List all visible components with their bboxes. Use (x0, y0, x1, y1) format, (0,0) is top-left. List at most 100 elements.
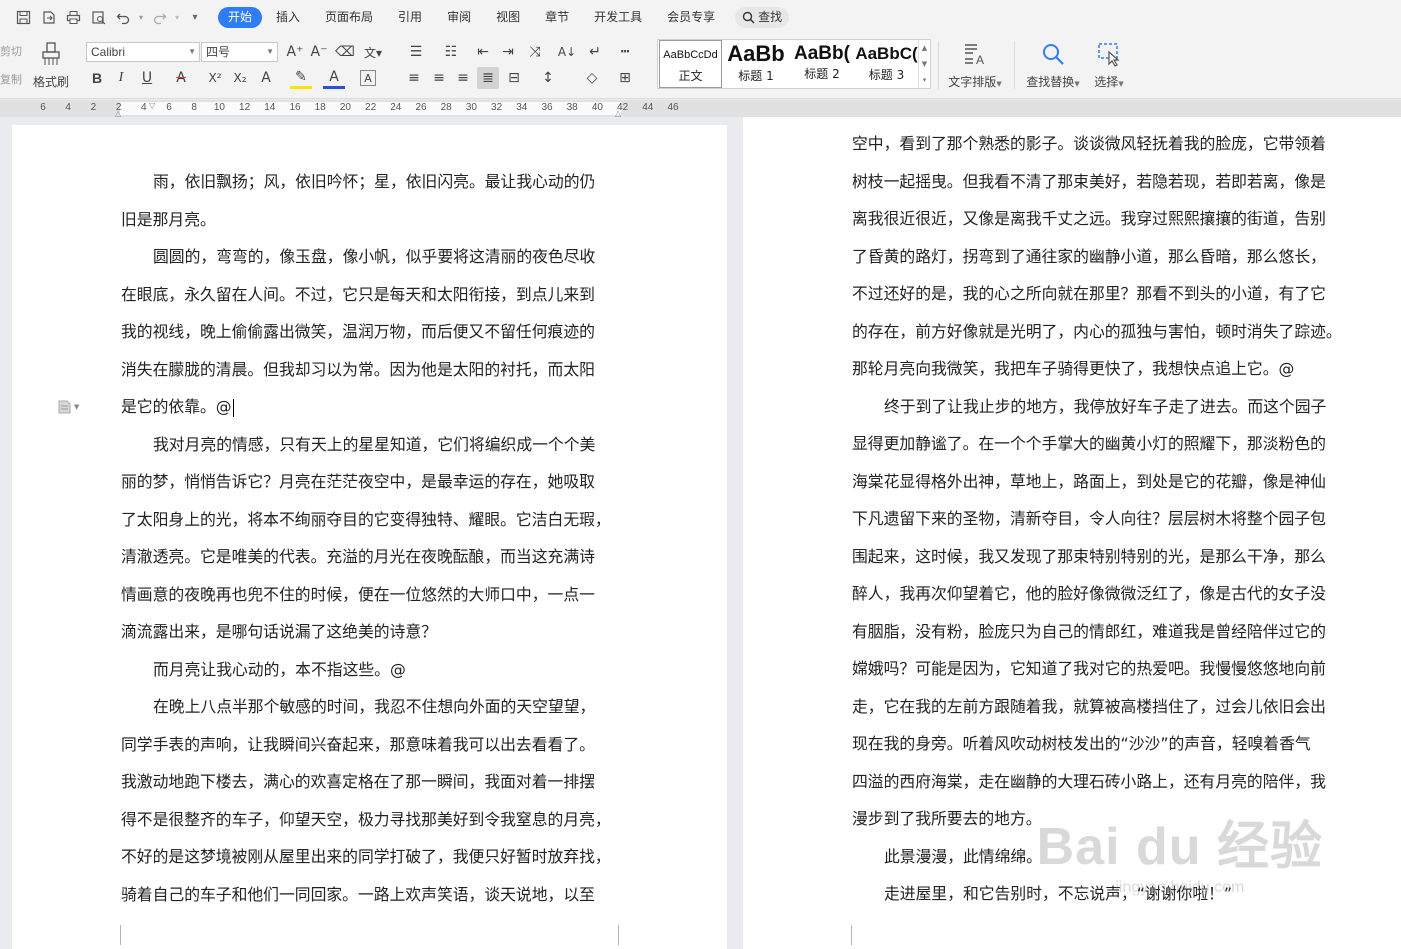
style-normal[interactable]: AaBbCcDd 正文 (659, 40, 722, 88)
text-line[interactable]: 离我很近很近，又像是离我千丈之远。我穿过熙熙攘攘的街道，告别 (852, 200, 1342, 238)
cut-button[interactable]: 剪切 (0, 43, 22, 59)
font-name-select[interactable]: Calibri ▼ (86, 42, 200, 62)
paragraph-mark-icon[interactable]: ▼ (58, 400, 79, 414)
clear-format-icon[interactable]: ⌫ (334, 41, 356, 63)
text-line[interactable]: 的存在，前方好像就是光明了，内心的孤独与害怕，顿时消失了踪迹。 (852, 313, 1342, 351)
undo-icon[interactable] (112, 7, 134, 29)
text-line[interactable]: 消失在朦胧的清晨。但我却习以为常。因为他是太阳的衬托，而太阳 (121, 351, 611, 389)
select-button[interactable]: 选择▼ (1089, 39, 1129, 90)
tab-page-layout[interactable]: 页面布局 (314, 7, 384, 28)
customize-toolbar-icon[interactable]: ▾ (184, 7, 206, 29)
tab-view[interactable]: 视图 (485, 7, 531, 28)
text-line[interactable]: 不好的是这梦境被刚从屋里出来的同学打破了，我便只好暂时放弃找， (121, 838, 611, 876)
tab-member[interactable]: 会员专享 (656, 7, 726, 28)
line-spacing-icon[interactable]: ↕ (537, 67, 559, 89)
text-line[interactable]: 下凡遗留下来的圣物，清新夺目，令人向往？层层树木将整个园子包 (852, 500, 1342, 538)
italic-icon[interactable]: I (110, 67, 132, 89)
text-line[interactable]: 四溢的西府海棠，走在幽静的大理石砖小路上，还有月亮的陪伴，我 (852, 763, 1342, 801)
text-line[interactable]: 有胭脂，没有粉，脸庞只为自己的情郎红，难道我是曾经陪伴过它的 (852, 613, 1342, 651)
style-heading-1[interactable]: AaBb 标题 1 (724, 40, 788, 88)
justify-icon[interactable]: ≣ (477, 67, 499, 89)
document-workspace[interactable]: 雨，依旧飘扬；风，依旧吟怀；星，依旧闪亮。最让我心动的仍 旧是那月亮。 圆圆的，弯弯… (0, 117, 1401, 949)
text-line[interactable]: 醉人，我再次仰望着它，他的脸好像微微泛红了，像是古代的女子没 (852, 575, 1342, 613)
text-layout-button[interactable]: A 文字排版▼ (945, 39, 1005, 90)
numbered-list-icon[interactable]: ☷ (440, 41, 462, 63)
chinese-layout-icon[interactable]: ⤨ (524, 41, 546, 63)
text-line[interactable]: 显得更加静谧了。在一个个手掌大的幽黄小灯的照耀下，那淡粉色的 (852, 425, 1342, 463)
borders-icon[interactable]: ⊞ (614, 67, 636, 89)
distributed-align-icon[interactable]: ⊟ (503, 67, 525, 89)
search-tab[interactable]: 查找 (735, 7, 790, 28)
redo-dropdown-icon[interactable]: ▾ (173, 7, 181, 29)
copy-button[interactable]: 复制 (0, 71, 22, 87)
char-border-icon[interactable]: A (360, 70, 376, 86)
text-line[interactable]: 我对月亮的情感，只有天上的星星知道，它们将编织成一个个美 (121, 426, 611, 464)
grow-font-icon[interactable]: A⁺ (284, 41, 306, 63)
save-icon[interactable] (12, 7, 34, 29)
shrink-font-icon[interactable]: A⁻ (308, 41, 330, 63)
phonetic-guide-icon[interactable]: 文▾ (362, 41, 384, 63)
text-line[interactable]: 树枝一起摇曳。但我看不清了那束美好，若隐若现，若即若离，像是 (852, 163, 1342, 201)
sort-icon[interactable]: A↓ (556, 41, 578, 63)
text-line[interactable]: 海棠花显得格外出神，草地上，路面上，到处是它的花瓣，像是神仙 (852, 463, 1342, 501)
horizontal-ruler[interactable]: 6 4 2 2 4 6 8 10 12 14 16 18 20 22 24 26 28 30 32 34 36 38 40 4… (0, 100, 1401, 118)
page-left[interactable]: 雨，依旧飘扬；风，依旧吟怀；星，依旧闪亮。最让我心动的仍 旧是那月亮。 圆圆的，弯弯… (12, 125, 727, 949)
text-line[interactable]: 而月亮让我心动的，本不指这些。@ (121, 651, 611, 689)
bold-icon[interactable]: B (86, 67, 108, 89)
print-icon[interactable] (62, 7, 84, 29)
tab-developer[interactable]: 开发工具 (583, 7, 653, 28)
bullet-list-icon[interactable]: ☰ (405, 41, 427, 63)
align-left-icon[interactable]: ≡ (403, 67, 425, 89)
style-heading-2[interactable]: AaBb( 标题 2 (790, 40, 854, 88)
style-heading-3[interactable]: AaBbC( 标题 3 (855, 40, 918, 88)
highlight-color-icon[interactable]: ✎ (290, 67, 312, 89)
text-line[interactable]: 滴流露出来，是哪句话说漏了这绝美的诗意？ (121, 613, 611, 651)
text-line[interactable]: 骑着自己的车子和他们一同回家。一路上欢声笑语，谈天说地，以至 (121, 876, 611, 914)
text-line[interactable]: 旧是那月亮。 (121, 201, 611, 239)
text-line[interactable]: 得不是很整齐的车子，仰望天空，极力寻找那美好到令我窒息的月亮， (121, 801, 611, 839)
increase-indent-icon[interactable]: ⇥ (497, 41, 519, 63)
align-right-icon[interactable]: ≡ (452, 67, 474, 89)
first-line-indent-marker[interactable]: ▽ (149, 101, 155, 110)
find-replace-button[interactable]: 查找替换▼ (1022, 39, 1084, 90)
tab-review[interactable]: 审阅 (436, 7, 482, 28)
strikethrough-icon[interactable]: A (170, 67, 192, 89)
text-line[interactable]: 在晚上八点半那个敏感的时间，我忍不住想向外面的天空望望， (121, 688, 611, 726)
subscript-icon[interactable]: X₂ (229, 67, 251, 89)
text-line[interactable]: 嫦娥吗？可能是因为，它知道了我对它的热爱吧。我慢慢悠悠地向前 (852, 650, 1342, 688)
superscript-icon[interactable]: X² (204, 67, 226, 89)
text-line[interactable]: 围起来，这时候，我又发现了那束特别特别的光，是那么干净，那么 (852, 538, 1342, 576)
font-size-select[interactable]: 四号 ▼ (201, 42, 278, 62)
tab-section[interactable]: 章节 (534, 7, 580, 28)
format-painter-button[interactable]: 格式刷 (33, 39, 69, 90)
text-line[interactable]: 丽的梦，悄悄告诉它？月亮在茫茫夜空中，是最幸运的存在，她吸取 (121, 463, 611, 501)
text-line[interactable]: 圆圆的，弯弯的，像玉盘，像小帆，似乎要将这清丽的夜色尽收 (121, 238, 611, 276)
undo-dropdown-icon[interactable]: ▾ (137, 7, 145, 29)
text-line[interactable]: 清澈透亮。它是唯美的代表。充溢的月光在夜晚酝酿，而当这充满诗 (121, 538, 611, 576)
text-line[interactable]: 终于到了让我止步的地方，我停放好车子走了进去。而这个园子 (852, 388, 1342, 426)
tab-references[interactable]: 引用 (387, 7, 433, 28)
tab-home[interactable]: 开始 (218, 7, 263, 28)
text-line[interactable]: 了太阳身上的光，将本不绚丽夺目的它变得独特、耀眼。它洁白无瑕， (121, 501, 611, 539)
align-center-icon[interactable]: ≡ (428, 67, 450, 89)
table-grid-icon[interactable]: ┅ (614, 41, 636, 63)
show-marks-icon[interactable]: ↵ (584, 41, 606, 63)
text-line[interactable]: 我的视线，晚上偷偷露出微笑，温润万物，而后便又不留任何痕迹的 (121, 313, 611, 351)
font-color-icon[interactable]: A (323, 67, 345, 89)
decrease-indent-icon[interactable]: ⇤ (472, 41, 494, 63)
shading-icon[interactable]: ◇ (581, 67, 603, 89)
text-line[interactable]: 那轮月亮向我微笑，我把车子骑得更快了，我想快点追上它。@ (852, 350, 1342, 388)
redo-icon[interactable] (148, 7, 170, 29)
text-line[interactable]: 我激动地跑下楼去，满心的欢喜定格在了那一瞬间，我面对着一排摆 (121, 763, 611, 801)
text-line[interactable]: 走，它在我的左前方跟随着我，就算被高楼挡住了，过会儿依旧会出 (852, 688, 1342, 726)
text-line[interactable]: 情画意的夜晚再也兜不住的时候，便在一位悠然的大师口中，一点一 (121, 576, 611, 614)
text-line[interactable]: 了昏黄的路灯，拐弯到了通往家的幽静小道，那么昏暗，那么悠长， (852, 238, 1342, 276)
text-effect-icon[interactable]: A (255, 67, 277, 89)
text-line[interactable]: 空中，看到了那个熟悉的影子。谈谈微风轻抚着我的脸庞，它带领着 (852, 125, 1342, 163)
export-icon[interactable] (37, 7, 59, 29)
text-line[interactable]: 是它的依靠。@ (121, 388, 611, 426)
text-line[interactable]: 雨，依旧飘扬；风，依旧吟怀；星，依旧闪亮。最让我心动的仍 (121, 163, 611, 201)
text-line[interactable]: 现在我的身旁。听着风吹动树枝发出的“沙沙”的声音，轻嗅着香气 (852, 725, 1342, 763)
tab-insert[interactable]: 插入 (265, 7, 311, 28)
print-preview-icon[interactable] (87, 7, 109, 29)
